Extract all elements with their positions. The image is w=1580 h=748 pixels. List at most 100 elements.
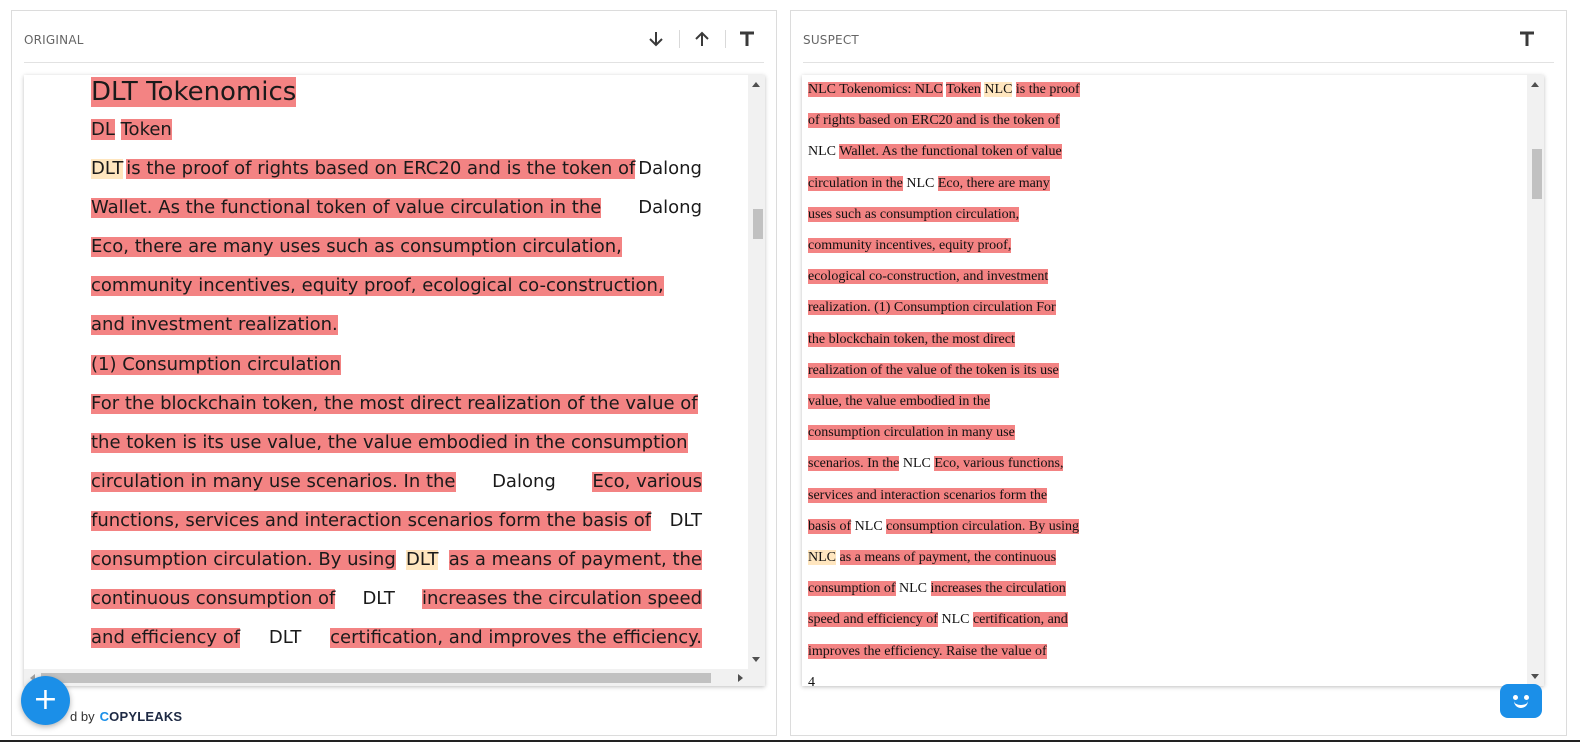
document-line: ecological co-construction, and investme… — [808, 268, 1049, 285]
document-line: community incentives, equity proof, — [808, 237, 1012, 254]
vertical-scrollbar[interactable] — [748, 75, 765, 669]
chat-bot-icon[interactable] — [1500, 684, 1542, 718]
text-segment: and investment realization. — [91, 314, 338, 336]
arrow-down-icon[interactable] — [644, 27, 668, 51]
copyleaks-logo[interactable]: COPYLEAKS — [100, 709, 183, 724]
document-line: Wallet. As the functional token of value… — [91, 197, 702, 219]
text-segment: NLC — [895, 581, 931, 597]
text-segment: improves the efficiency. Raise the value… — [808, 643, 1047, 659]
text-segment: of rights based on ERC20 and is the toke… — [808, 113, 1060, 129]
text-segment: Eco, various — [592, 470, 702, 492]
subtitle-segment: Token — [120, 119, 172, 140]
text-segment: Dalong — [638, 197, 702, 219]
document-line: basis of NLC consumption circulation. By… — [808, 518, 1080, 535]
document-line: value, the value embodied in the — [808, 393, 990, 410]
text-segment: Wallet. As the functional token of value… — [91, 197, 602, 219]
text-segment: consumption of — [808, 581, 896, 597]
bottom-divider — [0, 740, 1580, 742]
chat-bot-eye — [1524, 695, 1529, 700]
text-segment: NLC — [937, 612, 973, 628]
text-segment: (1) Consumption circulation — [91, 353, 341, 375]
text-segment: Eco, various functions, — [934, 456, 1064, 472]
tool-divider — [725, 30, 726, 48]
text-segment: is the proof of rights based on ERC20 an… — [126, 158, 636, 179]
text-segment: NLC Tokenomics: NLC — [808, 82, 943, 97]
text-segment: DLT — [91, 158, 124, 179]
text-segment: Eco, there are many uses such as consump… — [91, 236, 622, 258]
document-line: consumption of NLC increases the circula… — [808, 580, 1066, 597]
scrollbar-thumb[interactable] — [1532, 149, 1542, 199]
text-segment: speed and efficiency of — [808, 612, 938, 628]
original-panel-title: ORIGINAL — [24, 33, 84, 47]
text-segment: NLC — [902, 175, 938, 191]
arrow-up-icon[interactable] — [690, 27, 714, 51]
original-document-viewer[interactable]: DLT Tokenomics DL Token DLT is the proof … — [24, 75, 765, 686]
scrollbar-thumb[interactable] — [753, 209, 763, 239]
horizontal-scrollbar[interactable] — [24, 669, 765, 686]
text-segment: certification, and improves the efficien… — [330, 627, 702, 649]
document-line: of rights based on ERC20 and is the toke… — [808, 112, 1060, 129]
text-segment: NLC — [984, 82, 1013, 97]
document-line: improves the efficiency. Raise the value… — [808, 643, 1047, 660]
text-segment: Eco, there are many — [937, 175, 1050, 191]
chat-bot-mouth — [1514, 701, 1528, 708]
text-segment: 4 — [808, 674, 815, 686]
text-segment: value, the value embodied in the — [808, 394, 990, 409]
text-segment: NLC — [808, 144, 840, 160]
text-segment: For the blockchain token, the most direc… — [91, 392, 698, 414]
subtitle-segment: DL — [91, 119, 115, 140]
text-segment: NLC — [851, 518, 887, 534]
text-segment: DLT — [669, 509, 702, 531]
scroll-up-icon[interactable] — [1531, 82, 1539, 87]
suspect-panel: SUSPECT NLC Tokenomics: NLC Token NLC is… — [790, 10, 1567, 736]
document-line: consumption circulation in many use — [808, 424, 1015, 441]
text-segment: uses such as consumption circulation, — [808, 206, 1020, 222]
text-segment: DLT — [268, 627, 302, 649]
text-segment: the token is its use value, the value em… — [91, 431, 688, 453]
add-button[interactable]: + — [21, 676, 70, 725]
original-panel-header: ORIGINAL — [24, 11, 764, 63]
scroll-right-icon[interactable] — [738, 674, 743, 682]
vertical-scrollbar[interactable] — [1527, 75, 1544, 686]
suspect-panel-header: SUSPECT — [803, 11, 1554, 63]
text-segment: Token — [946, 82, 981, 97]
text-segment: DLT — [362, 588, 395, 610]
text-size-icon[interactable] — [735, 27, 759, 51]
text-segment: circulation in many use scenarios. In th… — [91, 470, 456, 492]
document-line: NLC Wallet. As the functional token of v… — [808, 143, 1062, 160]
scroll-up-icon[interactable] — [752, 82, 760, 87]
text-segment: community incentives, equity proof, ecol… — [91, 275, 664, 297]
document-line: and efficiency of DLT certification, and i… — [91, 627, 702, 649]
scroll-down-icon[interactable] — [752, 657, 760, 662]
document-line: (1) Consumption circulation — [91, 353, 702, 375]
document-line: realization. (1) Consumption circulation… — [808, 299, 1056, 316]
document-line: the token is its use value, the value em… — [91, 431, 702, 453]
chat-bot-eye — [1513, 695, 1518, 700]
document-line: services and interaction scenarios form … — [808, 487, 1048, 504]
subtitle-segment — [115, 119, 121, 140]
text-segment: scenarios. In the — [808, 456, 900, 472]
text-segment: continuous consumption of — [91, 588, 336, 610]
suspect-panel-title: SUSPECT — [803, 33, 859, 47]
document-line: NLC Tokenomics: NLC Token NLC is the pro… — [808, 81, 1080, 98]
document-line: continuous consumption of DLT increases th… — [91, 588, 702, 610]
document-line: 4 — [808, 674, 815, 686]
powered-by: d by COPYLEAKS — [70, 709, 182, 724]
document-line: DLT is the proof of rights based on ERC20… — [91, 159, 702, 179]
document-line: NLC as a means of payment, the continuou… — [808, 549, 1057, 566]
powered-by-label: d by — [70, 709, 95, 724]
text-segment: Dalong — [638, 158, 702, 179]
scroll-down-icon[interactable] — [1531, 674, 1539, 679]
document-line: speed and efficiency of NLC certificatio… — [808, 611, 1068, 628]
text-segment: consumption circulation. By using — [91, 549, 396, 570]
scrollbar-thumb[interactable] — [41, 673, 711, 683]
text-segment: NLC — [899, 456, 935, 472]
document-title: DLT Tokenomics — [91, 77, 297, 107]
text-segment: consumption circulation. By using — [886, 518, 1080, 534]
text-segment: as a means of payment, the continuous — [839, 550, 1057, 565]
suspect-document-viewer[interactable]: NLC Tokenomics: NLC Token NLC is the pro… — [802, 75, 1544, 686]
document-line: circulation in many use scenarios. In th… — [91, 470, 702, 492]
document-line: community incentives, equity proof, ecol… — [91, 275, 702, 297]
text-segment: increases the circulation speed — [421, 588, 702, 610]
text-size-icon[interactable] — [1515, 27, 1539, 51]
